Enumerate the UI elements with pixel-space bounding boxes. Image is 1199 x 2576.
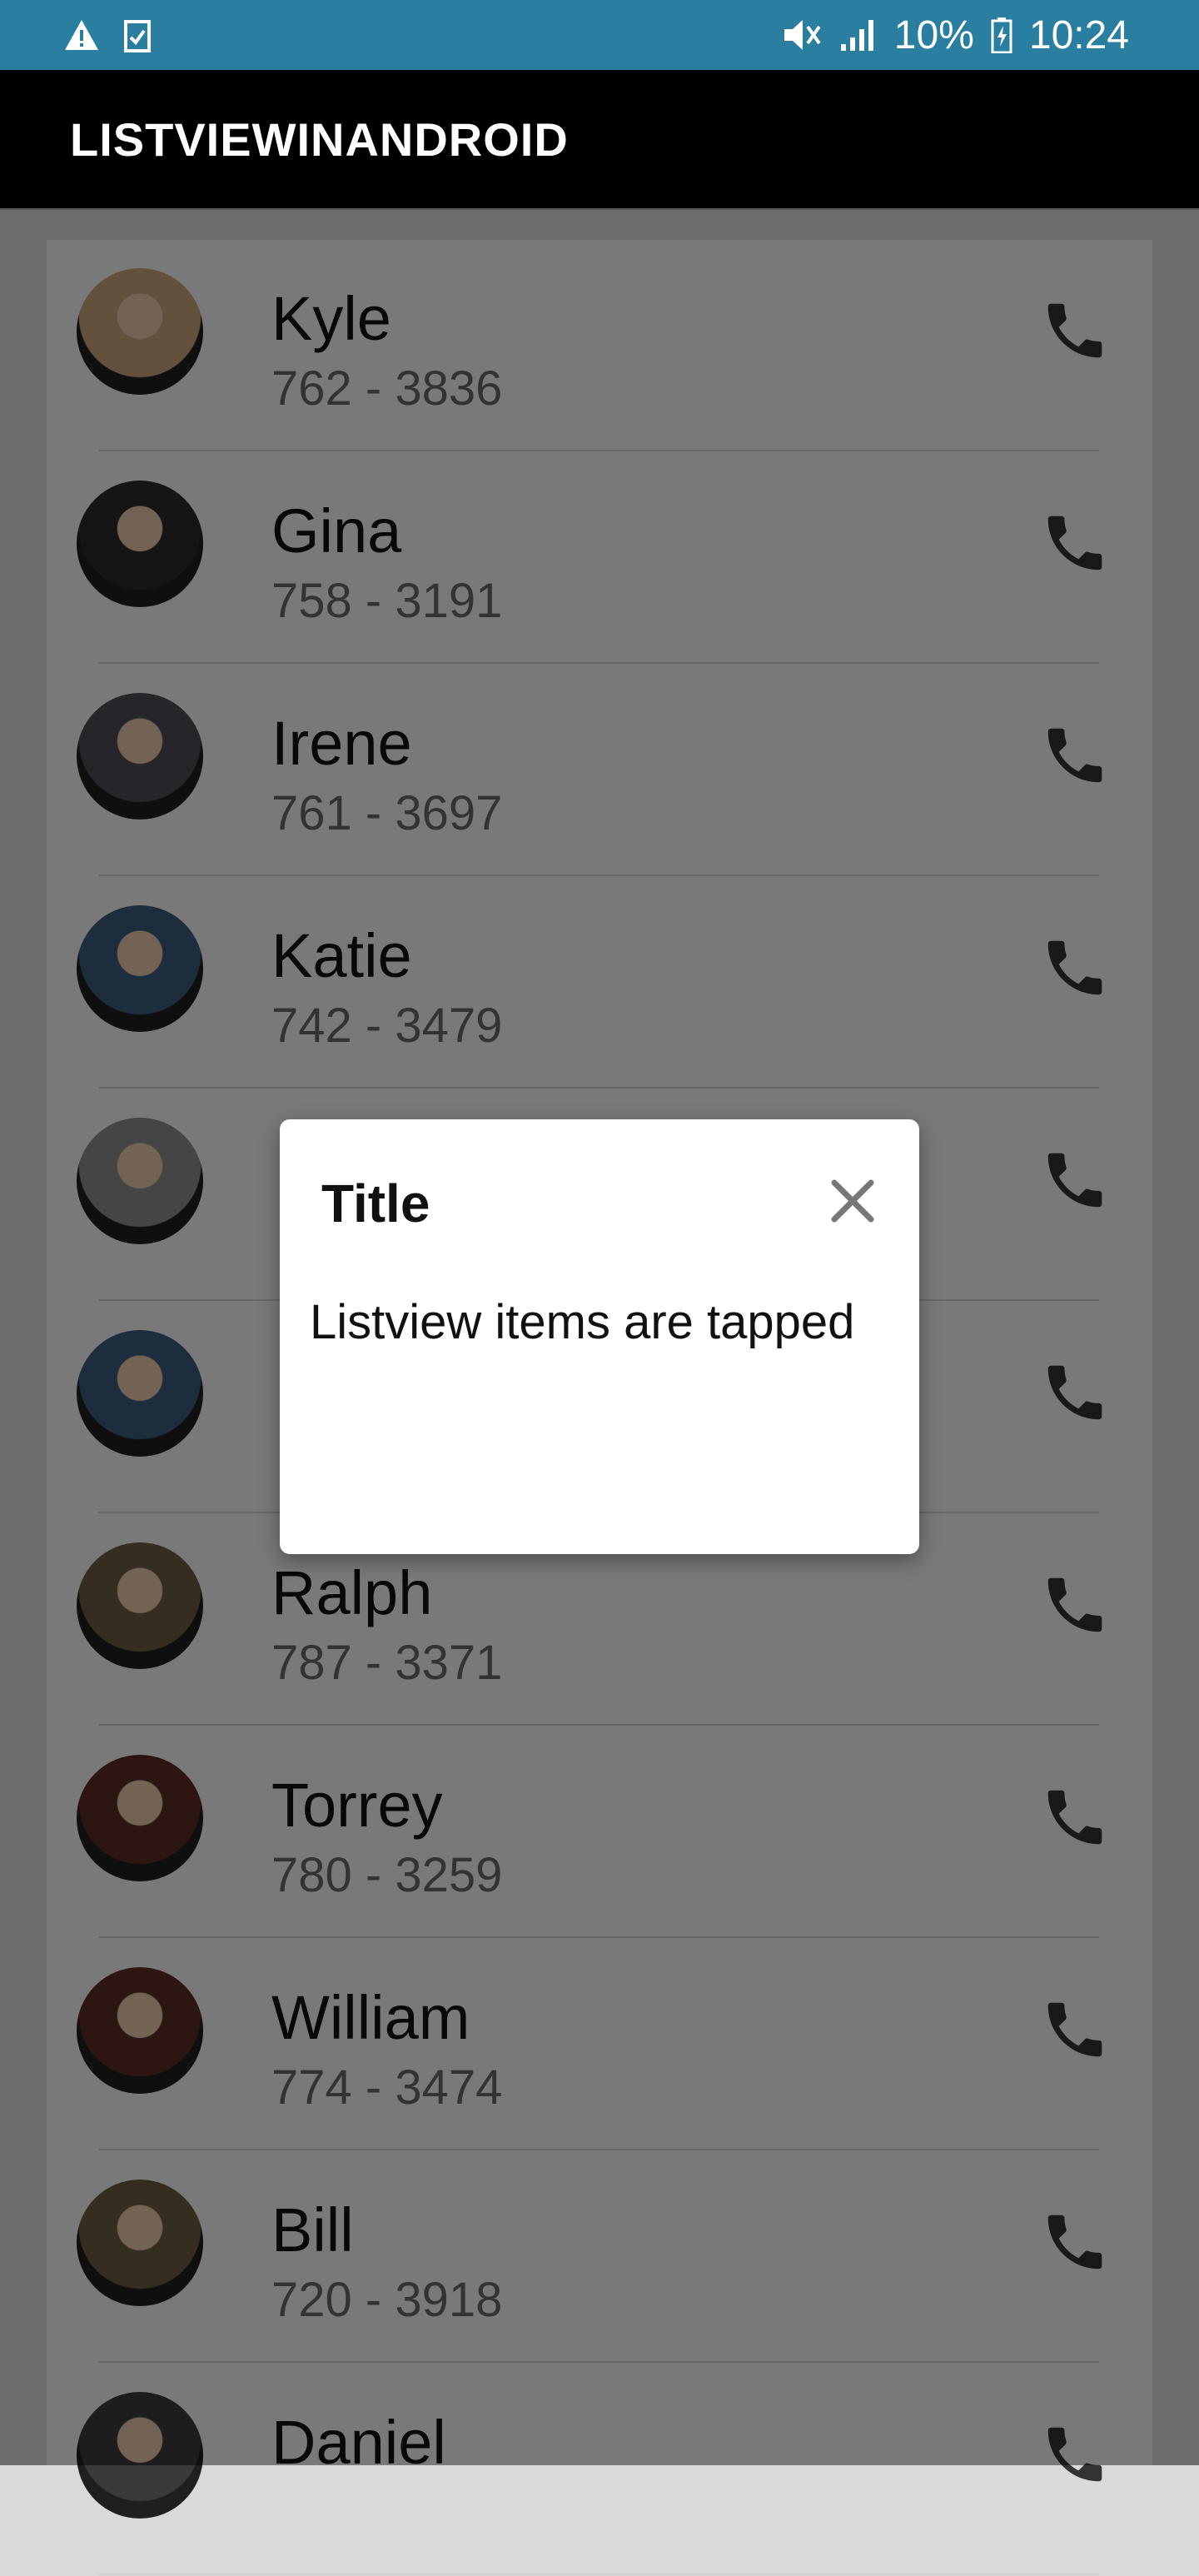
battery-percent: 10% [893,12,974,57]
status-bar: 10% 10:24 [0,0,1199,70]
dialog: Title Listview items are tapped [280,1119,919,1554]
status-bar-left [63,17,152,52]
dialog-title: Title [321,1173,430,1233]
close-icon[interactable] [823,1171,883,1231]
app-title: LISTVIEWINANDROID [70,112,569,166]
battery-charging-icon [991,17,1012,53]
mute-icon [781,17,823,53]
clipboard-check-icon [123,17,152,52]
signal-icon [839,17,878,52]
dialog-message: Listview items are tapped [310,1295,855,1349]
status-bar-right: 10% 10:24 [781,12,1129,58]
warning-icon [63,18,100,52]
clock: 10:24 [1028,12,1129,57]
app-bar: LISTVIEWINANDROID [0,70,1199,210]
divider [98,2574,1099,2575]
